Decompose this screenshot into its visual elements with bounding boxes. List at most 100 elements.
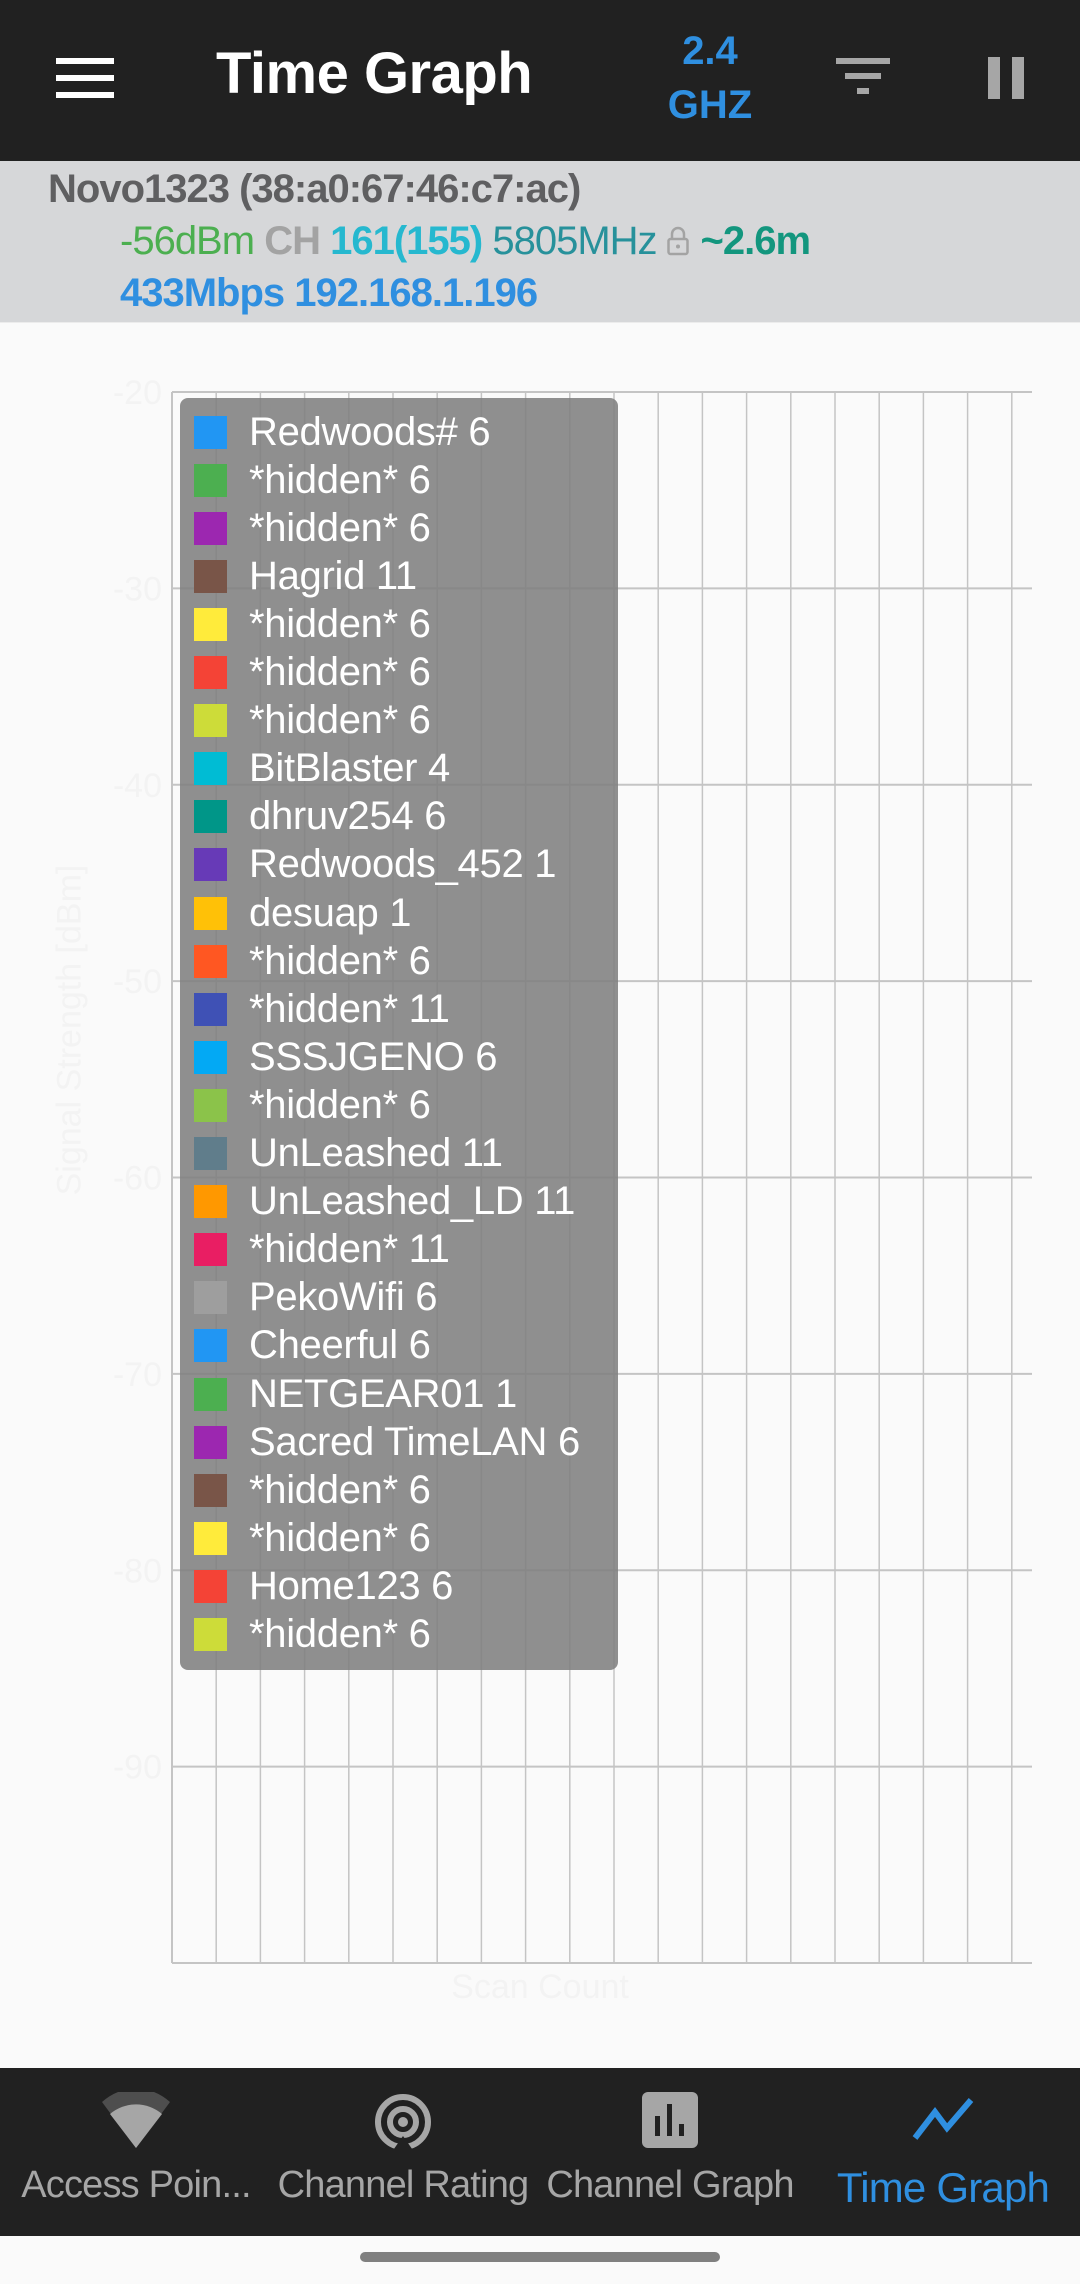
legend-label: *hidden* 11 — [249, 1227, 450, 1272]
legend-item: *hidden* 6 — [194, 504, 431, 552]
legend-label: SSSJGENO 6 — [249, 1034, 498, 1079]
legend-swatch — [194, 1618, 227, 1651]
bar-chart-icon — [642, 2092, 698, 2153]
legend-item: *hidden* 6 — [194, 1081, 431, 1129]
legend-label: Sacred TimeLAN 6 — [249, 1419, 580, 1464]
legend-item: *hidden* 6 — [194, 456, 431, 504]
legend-swatch — [194, 1473, 227, 1507]
y-tick-label: -80 — [113, 1552, 162, 1590]
legend-label: *hidden* 6 — [249, 457, 431, 502]
band-value: 2.4 — [682, 29, 738, 73]
nav-access-points[interactable]: Access Poin... — [0, 2068, 272, 2236]
link-speed: 433Mbps — [120, 271, 285, 315]
y-tick-label: -50 — [113, 963, 162, 1001]
connection-info-panel: Novo1323 (38:a0:67:46:c7:ac) -56dBm CH 1… — [0, 161, 1080, 323]
app-bar: Time Graph 2.4 GHZ — [0, 0, 1080, 161]
chart-legend: Redwoods# 6 *hidden* 6 *hidden* 6 Hagrid 11… — [180, 398, 618, 1670]
frequency: 5805MHz — [492, 219, 657, 263]
legend-label: *hidden* 6 — [249, 650, 431, 694]
legend-label: NETGEAR01 1 — [249, 1371, 517, 1416]
legend-swatch — [194, 1521, 227, 1555]
y-tick-label: -70 — [113, 1356, 162, 1394]
legend-swatch — [194, 848, 227, 882]
legend-swatch — [194, 1233, 227, 1267]
legend-swatch — [194, 752, 227, 786]
legend-swatch — [194, 607, 227, 641]
legend-label: *hidden* 6 — [249, 505, 431, 550]
legend-label: *hidden* 11 — [249, 986, 450, 1031]
nav-label-channel-rating: Channel Rating — [277, 2164, 530, 2206]
pause-icon[interactable] — [988, 57, 1028, 99]
legend-label: Hagrid 11 — [249, 553, 417, 598]
legend-label: BitBlaster 4 — [249, 746, 450, 791]
y-tick-label: -90 — [113, 1749, 162, 1787]
legend-item: Sacred TimeLAN 6 — [194, 1418, 580, 1466]
signal-strength: -56dBm — [120, 219, 255, 263]
legend-item: BitBlaster 4 — [194, 745, 450, 793]
filter-icon[interactable] — [836, 58, 890, 98]
channel-number: 161(155) — [330, 219, 483, 263]
connection-details: -56dBm CH 161(155) 5805MHz ~2.6m — [120, 219, 811, 264]
legend-label: PekoWifi 6 — [249, 1275, 438, 1320]
legend-label: Redwoods_452 1 — [249, 842, 557, 887]
legend-swatch — [194, 415, 227, 449]
legend-item: Hagrid 11 — [194, 552, 417, 600]
ip-address: 192.168.1.196 — [294, 271, 538, 315]
lock-icon — [666, 221, 689, 256]
legend-item: *hidden* 6 — [194, 600, 431, 648]
menu-icon[interactable] — [56, 58, 114, 98]
legend-item: *hidden* 6 — [194, 1611, 431, 1659]
legend-swatch — [194, 1040, 227, 1074]
band-toggle-button[interactable]: 2.4 GHZ — [650, 24, 770, 132]
nav-label-time-graph: Time Graph — [836, 2164, 1050, 2211]
legend-label: *hidden* 6 — [249, 1515, 431, 1560]
nav-channel-graph[interactable]: Channel Graph — [534, 2068, 806, 2236]
legend-label: Redwoods# 6 — [249, 409, 491, 454]
legend-item: PekoWifi 6 — [194, 1274, 437, 1322]
legend-label: *hidden* 6 — [249, 1467, 431, 1512]
legend-label: desuap 1 — [249, 890, 412, 935]
legend-item: *hidden* 6 — [194, 649, 431, 697]
legend-item: UnLeashed_LD 11 — [194, 1178, 575, 1226]
nav-label-channel-graph: Channel Graph — [546, 2164, 794, 2206]
legend-item: *hidden* 6 — [194, 697, 431, 745]
legend-swatch — [194, 992, 227, 1026]
legend-label: Home123 6 — [249, 1563, 454, 1608]
legend-label: Cheerful 6 — [249, 1323, 431, 1368]
y-axis-label: Signal Strength [dBm] — [50, 864, 89, 1196]
y-tick-label: -30 — [113, 570, 162, 608]
legend-swatch — [194, 1377, 227, 1411]
legend-swatch — [194, 656, 227, 689]
legend-label: *hidden* 6 — [249, 601, 431, 646]
legend-item: Redwoods_452 1 — [194, 841, 556, 889]
legend-swatch — [194, 1088, 227, 1122]
nav-time-graph[interactable]: Time Graph — [806, 2068, 1080, 2236]
legend-label: *hidden* 6 — [249, 1612, 431, 1656]
bottom-navigation: Access Poin... Channel Rating Channel Gr… — [0, 2068, 1080, 2236]
link-details: 433Mbps 192.168.1.196 — [120, 271, 538, 316]
legend-item: *hidden* 11 — [194, 985, 450, 1033]
x-axis-label: Scan Count — [451, 1968, 629, 2006]
wifi-icon — [100, 2088, 172, 2157]
legend-item: Home123 6 — [194, 1562, 453, 1610]
legend-label: UnLeashed_LD 11 — [249, 1179, 576, 1224]
legend-item: dhruv254 6 — [194, 793, 446, 841]
legend-swatch — [194, 1281, 227, 1315]
legend-item: Cheerful 6 — [194, 1322, 431, 1370]
legend-swatch — [194, 1569, 227, 1603]
legend-item: SSSJGENO 6 — [194, 1033, 498, 1081]
page-title: Time Graph — [216, 41, 533, 106]
y-tick-label: -60 — [113, 1160, 162, 1198]
legend-label: UnLeashed 11 — [249, 1131, 503, 1175]
band-unit: GHZ — [667, 83, 753, 127]
legend-item: UnLeashed 11 — [194, 1130, 503, 1178]
legend-label: *hidden* 6 — [249, 698, 431, 743]
legend-swatch — [194, 896, 227, 930]
legend-swatch — [194, 511, 227, 545]
legend-item: desuap 1 — [194, 889, 412, 937]
home-indicator[interactable] — [360, 2252, 720, 2262]
legend-item: *hidden* 6 — [194, 1514, 431, 1562]
legend-swatch — [194, 1425, 227, 1459]
legend-label: *hidden* 6 — [249, 1082, 431, 1127]
nav-channel-rating[interactable]: Channel Rating — [272, 2068, 534, 2236]
